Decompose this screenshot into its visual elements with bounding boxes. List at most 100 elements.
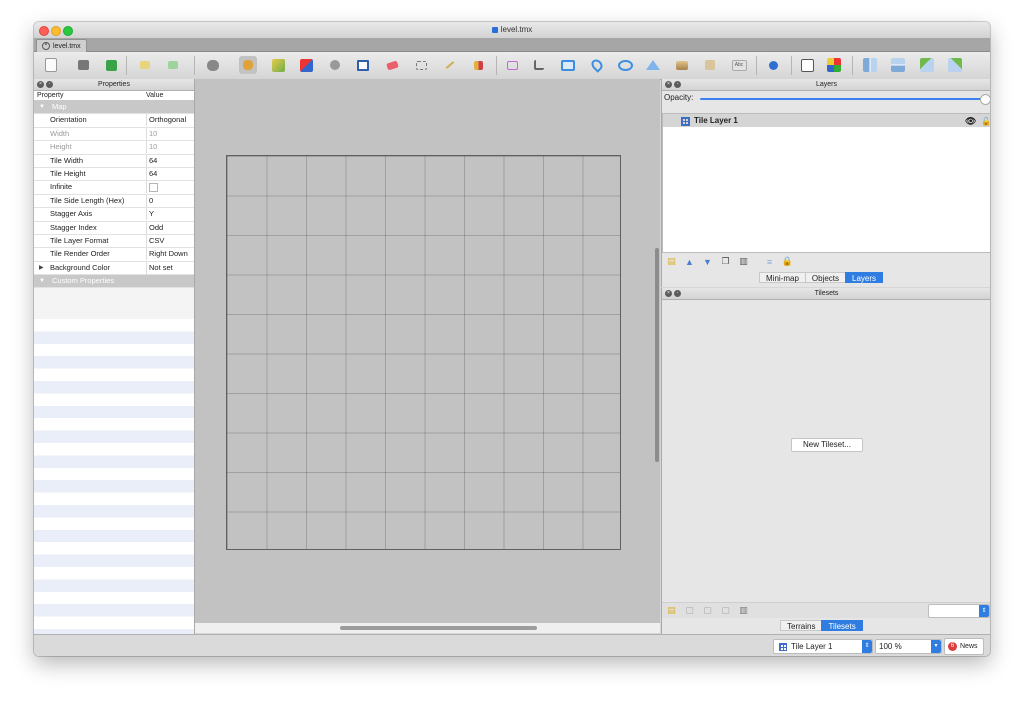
property-value[interactable]: Y	[146, 208, 195, 221]
property-row-tile-height[interactable]: Tile Height 64	[34, 167, 195, 182]
insert-ellipse-button[interactable]	[616, 56, 634, 74]
close-panel-icon[interactable]: ×	[37, 81, 44, 88]
edit-polygons-button[interactable]	[530, 56, 548, 74]
tab-mini-map[interactable]: Mini-map	[759, 272, 806, 283]
property-row-tile-layer-format[interactable]: Tile Layer Format CSV	[34, 234, 195, 249]
canvas-horizontal-scrollbar[interactable]	[340, 626, 537, 630]
property-value[interactable]: CSV	[146, 234, 195, 247]
lower-layer-icon[interactable]: ▼	[702, 256, 713, 267]
expand-arrow-icon[interactable]: ▶	[39, 262, 44, 274]
opacity-slider-handle[interactable]	[980, 94, 990, 105]
document-tab[interactable]: × level.tmx	[36, 39, 87, 52]
property-row-stagger-index[interactable]: Stagger Index Odd	[34, 221, 195, 235]
eraser-button[interactable]	[383, 56, 401, 74]
wang-brush-button[interactable]	[297, 56, 315, 74]
export-button[interactable]	[102, 56, 120, 74]
tile-map-grid[interactable]	[226, 155, 621, 550]
property-value[interactable]: Odd	[146, 221, 195, 234]
lock-icon[interactable]: 🔓	[981, 115, 990, 128]
flip-horizontal-button[interactable]	[861, 56, 879, 74]
property-row-orientation[interactable]: Orientation Orthogonal	[34, 114, 195, 128]
layer-select-dropdown[interactable]: Tile Layer 1 ⇕	[773, 639, 873, 654]
shape-fill-button[interactable]	[354, 56, 372, 74]
select-same-tile-button[interactable]	[469, 56, 487, 74]
float-panel-icon[interactable]: ◦	[674, 290, 681, 297]
select-objects-button[interactable]	[503, 56, 521, 74]
new-tileset-icon[interactable]: ▤	[666, 605, 677, 616]
rotate-right-button[interactable]	[946, 56, 964, 74]
property-row-tile-render-order[interactable]: Tile Render Order Right Down	[34, 248, 195, 262]
canvas-vertical-scrollbar[interactable]	[655, 248, 659, 462]
property-row-stagger-axis[interactable]: Stagger Axis Y	[34, 208, 195, 222]
bucket-fill-button[interactable]	[326, 56, 344, 74]
remove-tileset-icon[interactable]: ▥	[738, 605, 749, 616]
new-layer-icon[interactable]: ▤	[666, 256, 677, 267]
tab-layers[interactable]: Layers	[845, 272, 884, 283]
insert-template-button[interactable]	[701, 56, 719, 74]
delete-layer-icon[interactable]: ▥	[738, 256, 749, 267]
property-value[interactable]: Orthogonal	[146, 114, 195, 127]
property-row-background-color[interactable]: ▶ Background Color Not set	[34, 261, 195, 276]
redo-button[interactable]	[164, 56, 182, 74]
custom-properties-list	[34, 319, 194, 639]
toggle-other-layers-icon[interactable]: ≡	[764, 256, 775, 267]
raise-layer-icon[interactable]: ▲	[684, 256, 695, 267]
rotate-left-button[interactable]	[918, 56, 936, 74]
insert-text-button[interactable]: Abc	[730, 56, 748, 74]
news-button[interactable]: 6 News	[944, 638, 984, 655]
close-panel-icon[interactable]: ×	[665, 81, 672, 88]
insert-rectangle-button[interactable]	[559, 56, 577, 74]
tab-objects[interactable]: Objects	[804, 272, 847, 283]
insert-point-button[interactable]	[588, 56, 606, 74]
insert-tile-button[interactable]	[673, 56, 691, 74]
stamp-brush-button[interactable]	[239, 56, 257, 74]
property-value[interactable]: Right Down	[146, 248, 195, 261]
magic-wand-button[interactable]	[441, 56, 459, 74]
new-file-button[interactable]	[42, 56, 60, 74]
float-panel-icon[interactable]: ◦	[46, 81, 53, 88]
duplicate-layer-icon[interactable]: ❐	[720, 256, 731, 267]
map-canvas-area[interactable]	[195, 79, 660, 633]
property-row-tile-side-length[interactable]: Tile Side Length (Hex) 0	[34, 194, 195, 209]
world-tool-button[interactable]	[764, 56, 782, 74]
close-tab-icon[interactable]: ×	[42, 42, 50, 50]
flip-horizontal-icon	[863, 58, 877, 72]
minimize-window-button[interactable]	[51, 26, 61, 36]
close-panel-icon[interactable]: ×	[665, 290, 672, 297]
wang-fill-button[interactable]	[825, 56, 843, 74]
layer-row[interactable]: Tile Layer 1 👁 🔓	[663, 114, 990, 127]
random-mode-button[interactable]	[798, 56, 816, 74]
collapse-arrow-icon[interactable]: ▼	[39, 275, 45, 287]
save-button[interactable]	[74, 56, 92, 74]
close-window-button[interactable]	[39, 26, 49, 36]
embed-tileset-icon[interactable]: ▢	[684, 605, 695, 616]
property-value[interactable]: 64	[146, 154, 195, 167]
property-value[interactable]: Not set	[146, 261, 195, 274]
zoom-select-dropdown[interactable]: 100 % ▾	[875, 639, 942, 654]
property-row-infinite[interactable]: Infinite	[34, 181, 194, 195]
opacity-slider-track[interactable]	[700, 98, 983, 100]
edit-tileset-icon[interactable]: ▢	[720, 605, 731, 616]
zoom-window-button[interactable]	[63, 26, 73, 36]
stamp-dropdown-button[interactable]	[204, 56, 222, 74]
infinite-checkbox[interactable]	[149, 183, 158, 193]
tab-terrains[interactable]: Terrains	[780, 620, 823, 631]
tileset-selector[interactable]: ⇕	[928, 604, 990, 618]
flip-vertical-button[interactable]	[889, 56, 907, 74]
insert-polygon-button[interactable]	[644, 56, 662, 74]
property-value[interactable]: 64	[146, 167, 195, 180]
map-group-row[interactable]: ▼ Map	[34, 101, 194, 115]
terrain-brush-button[interactable]	[269, 56, 287, 74]
new-tileset-button[interactable]: New Tileset...	[791, 438, 863, 452]
lock-other-layers-icon[interactable]: 🔒	[782, 256, 793, 267]
custom-properties-group-row[interactable]: ▼ Custom Properties	[34, 275, 194, 289]
undo-button[interactable]	[136, 56, 154, 74]
property-row-tile-width[interactable]: Tile Width 64	[34, 154, 195, 168]
export-tileset-icon[interactable]: ▢	[702, 605, 713, 616]
property-value[interactable]: 0	[146, 194, 195, 207]
rectangle-select-button[interactable]	[412, 56, 430, 74]
tab-tilesets[interactable]: Tilesets	[821, 620, 863, 631]
float-panel-icon[interactable]: ◦	[674, 81, 681, 88]
collapse-arrow-icon[interactable]: ▼	[39, 101, 45, 113]
visibility-eye-icon[interactable]: 👁	[965, 115, 976, 128]
